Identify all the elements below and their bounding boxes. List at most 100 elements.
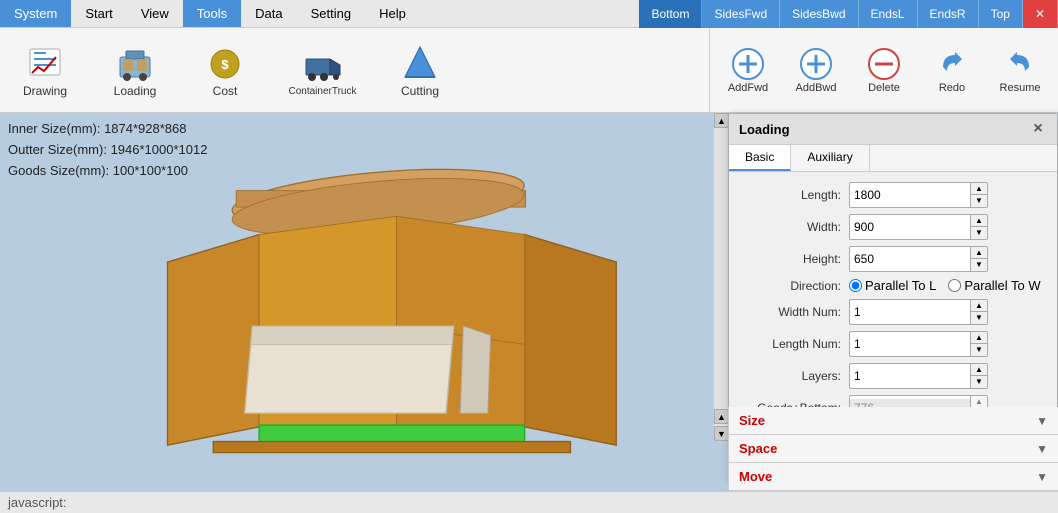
toolbar-loading[interactable]: Loading bbox=[100, 38, 170, 102]
form-row-width: Width: ▲ ▼ bbox=[739, 214, 1047, 240]
length-num-input[interactable] bbox=[850, 335, 970, 353]
height-spinners: ▲ ▼ bbox=[970, 247, 987, 271]
right-panel-bottom: Size ▼ Space ▼ Move ▼ bbox=[728, 407, 1058, 491]
form-row-height: Height: ▲ ▼ bbox=[739, 246, 1047, 272]
layers-input[interactable] bbox=[850, 367, 970, 385]
direction-radio-group: Parallel To L Parallel To W bbox=[849, 278, 1041, 293]
cutting-icon bbox=[400, 42, 440, 82]
tab-sidesbwd[interactable]: SidesBwd bbox=[780, 0, 858, 28]
tab-endsl[interactable]: EndsL bbox=[859, 0, 918, 28]
toolbar-containertruck[interactable]: ContainerTruck bbox=[280, 40, 365, 101]
toolbar-drawing[interactable]: Drawing bbox=[10, 38, 80, 102]
menu-tools[interactable]: Tools bbox=[183, 0, 241, 27]
cost-icon: $ bbox=[205, 42, 245, 82]
width-input-wrap: ▲ ▼ bbox=[849, 214, 988, 240]
menu-help[interactable]: Help bbox=[365, 0, 420, 27]
section-move-title: Move bbox=[739, 469, 772, 484]
delete-label: Delete bbox=[868, 82, 900, 94]
section-move-collapse-icon: ▼ bbox=[1036, 470, 1048, 484]
menu-view[interactable]: View bbox=[127, 0, 183, 27]
tab-endsr[interactable]: EndsR bbox=[918, 0, 979, 28]
section-space-header[interactable]: Space ▼ bbox=[729, 435, 1058, 462]
width-num-spin-down[interactable]: ▼ bbox=[971, 312, 987, 324]
scroll-up[interactable]: ▲ bbox=[714, 113, 729, 128]
section-size-header[interactable]: Size ▼ bbox=[729, 407, 1058, 434]
main-content: Inner Size(mm): 1874*928*868 Outter Size… bbox=[0, 113, 1058, 491]
addbwd-label: AddBwd bbox=[796, 82, 837, 94]
menu-setting[interactable]: Setting bbox=[297, 0, 365, 27]
delete-icon bbox=[866, 46, 902, 82]
form-row-length: Length: ▲ ▼ bbox=[739, 182, 1047, 208]
redo-label: Redo bbox=[939, 82, 965, 94]
action-delete[interactable]: Delete bbox=[854, 42, 914, 98]
length-input-wrap: ▲ ▼ bbox=[849, 182, 988, 208]
width-num-spin-up[interactable]: ▲ bbox=[971, 300, 987, 312]
length-num-spinners: ▲ ▼ bbox=[970, 332, 987, 356]
dialog-title: Loading bbox=[739, 122, 790, 137]
tab-close[interactable]: ✕ bbox=[1023, 0, 1058, 28]
radio-parallel-w-input[interactable] bbox=[948, 279, 961, 292]
menu-system[interactable]: System bbox=[0, 0, 71, 27]
svg-text:$: $ bbox=[221, 57, 229, 72]
length-input[interactable] bbox=[850, 186, 970, 204]
tab-top[interactable]: Top bbox=[979, 0, 1023, 28]
width-num-input-wrap: ▲ ▼ bbox=[849, 299, 988, 325]
height-input-wrap: ▲ ▼ bbox=[849, 246, 988, 272]
drawing-label: Drawing bbox=[23, 84, 67, 98]
width-spinners: ▲ ▼ bbox=[970, 215, 987, 239]
length-spin-up[interactable]: ▲ bbox=[971, 183, 987, 195]
width-spin-up[interactable]: ▲ bbox=[971, 215, 987, 227]
height-input[interactable] bbox=[850, 250, 970, 268]
crate-3d-view bbox=[30, 143, 708, 491]
addfwd-icon bbox=[730, 46, 766, 82]
dialog-tabs: Basic Auxiliary bbox=[729, 145, 1057, 172]
layers-spin-up[interactable]: ▲ bbox=[971, 364, 987, 376]
top-action-bar: Bottom SidesFwd SidesBwd EndsL EndsR Top… bbox=[639, 0, 1058, 28]
layers-spin-down[interactable]: ▼ bbox=[971, 376, 987, 388]
length-num-spin-down[interactable]: ▼ bbox=[971, 344, 987, 356]
form-row-direction: Direction: Parallel To L Parallel To W bbox=[739, 278, 1047, 293]
menu-data[interactable]: Data bbox=[241, 0, 296, 27]
direction-label: Direction: bbox=[739, 279, 849, 293]
dialog-close-btn[interactable]: × bbox=[1029, 120, 1047, 138]
radio-parallel-l-input[interactable] bbox=[849, 279, 862, 292]
tab-bottom[interactable]: Bottom bbox=[639, 0, 702, 28]
resume-label: Resume bbox=[1000, 82, 1041, 94]
width-input[interactable] bbox=[850, 218, 970, 236]
resume-icon bbox=[1002, 46, 1038, 82]
toolbar-cutting[interactable]: Cutting bbox=[385, 38, 455, 102]
section-move-header[interactable]: Move ▼ bbox=[729, 463, 1058, 490]
drawing-icon bbox=[25, 42, 65, 82]
length-spin-down[interactable]: ▼ bbox=[971, 195, 987, 207]
toolbar-cost[interactable]: $ Cost bbox=[190, 38, 260, 102]
cost-label: Cost bbox=[213, 84, 238, 98]
loading-label: Loading bbox=[114, 84, 157, 98]
action-resume[interactable]: Resume bbox=[990, 42, 1050, 98]
scroll-mid2[interactable]: ▼ bbox=[714, 426, 729, 441]
action-addfwd[interactable]: AddFwd bbox=[718, 42, 778, 98]
status-bar: javascript: bbox=[0, 491, 1058, 513]
height-spin-down[interactable]: ▼ bbox=[971, 259, 987, 271]
action-addbwd[interactable]: AddBwd bbox=[786, 42, 846, 98]
width-spin-down[interactable]: ▼ bbox=[971, 227, 987, 239]
radio-parallel-l[interactable]: Parallel To L bbox=[849, 278, 936, 293]
scroll-mid1[interactable]: ▲ bbox=[714, 409, 729, 424]
dialog-tab-auxiliary[interactable]: Auxiliary bbox=[791, 145, 869, 171]
dialog-tab-basic[interactable]: Basic bbox=[729, 145, 791, 171]
width-label: Width: bbox=[739, 220, 849, 234]
length-num-spin-up[interactable]: ▲ bbox=[971, 332, 987, 344]
menu-start[interactable]: Start bbox=[71, 0, 126, 27]
radio-parallel-w[interactable]: Parallel To W bbox=[948, 278, 1040, 293]
action-redo[interactable]: Redo bbox=[922, 42, 982, 98]
width-num-input[interactable] bbox=[850, 303, 970, 321]
length-label: Length: bbox=[739, 188, 849, 202]
radio-parallel-l-label: Parallel To L bbox=[865, 278, 936, 293]
height-spin-up[interactable]: ▲ bbox=[971, 247, 987, 259]
tab-sidesfwd[interactable]: SidesFwd bbox=[702, 0, 780, 28]
section-size-title: Size bbox=[739, 413, 765, 428]
loading-icon bbox=[115, 42, 155, 82]
status-text: javascript: bbox=[8, 495, 67, 510]
containertruck-label: ContainerTruck bbox=[289, 86, 357, 97]
addbwd-icon bbox=[798, 46, 834, 82]
dialog-title-bar: Loading × bbox=[729, 114, 1057, 145]
